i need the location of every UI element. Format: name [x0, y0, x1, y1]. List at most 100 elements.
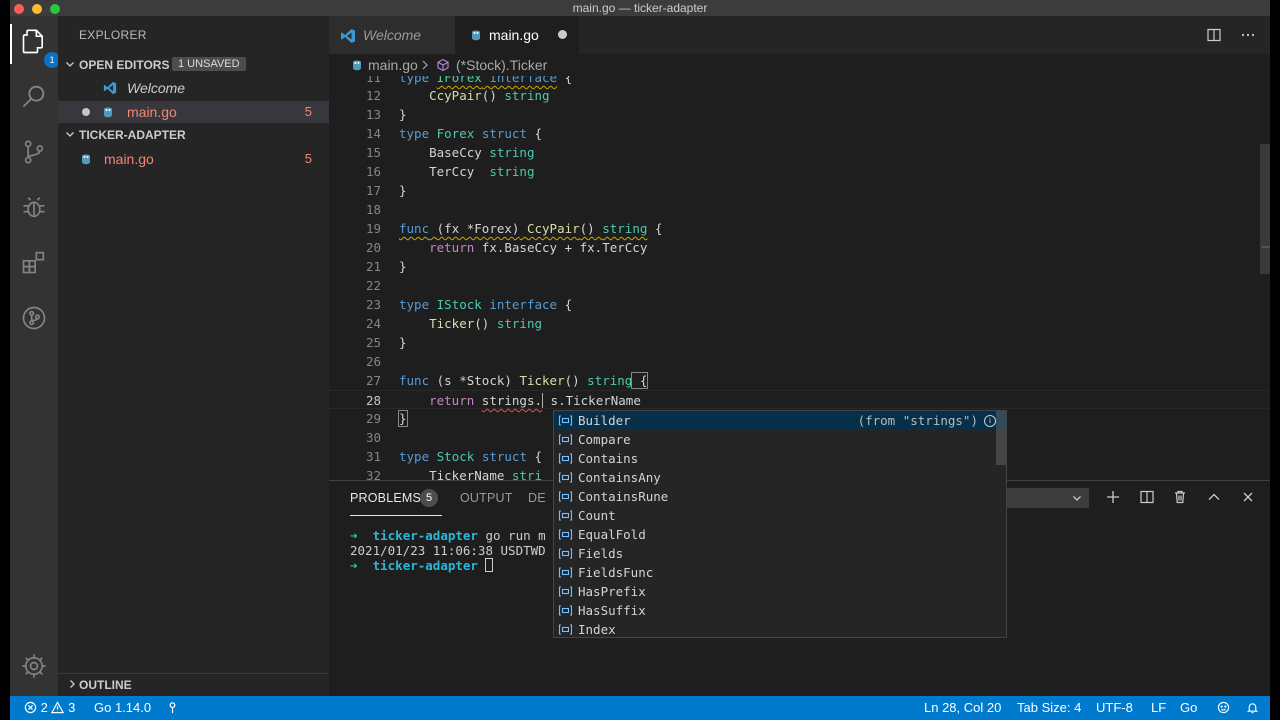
file-main-go[interactable]: main.go 5	[58, 148, 329, 170]
tab-output[interactable]: OUTPUT	[460, 491, 513, 505]
sidebar-title: EXPLORER	[79, 28, 147, 42]
code-line: 20 return fx.BaseCcy + fx.TerCcy	[365, 240, 648, 255]
editor-actions	[1200, 16, 1270, 54]
title-bar: main.go — ticker-adapter	[10, 0, 1270, 16]
debug-icon[interactable]	[20, 193, 48, 221]
info-icon[interactable]: i	[984, 415, 996, 427]
suggestion-label: FieldsFunc	[578, 565, 654, 580]
eol-status[interactable]: LF	[1151, 700, 1166, 715]
activity-bar: 1	[10, 16, 60, 696]
suggestion-label: EqualFold	[578, 527, 646, 542]
editor-scrollbar[interactable]	[1260, 144, 1270, 274]
tab-size-status[interactable]: Tab Size: 4	[1017, 700, 1081, 715]
close-panel-icon[interactable]	[1240, 489, 1256, 505]
variable-icon	[558, 529, 573, 540]
variable-icon	[558, 472, 573, 483]
feedback-status[interactable]	[1217, 700, 1230, 715]
settings-gear-icon[interactable]	[20, 652, 48, 680]
suggestion-label: ContainsAny	[578, 470, 661, 485]
source-control-icon[interactable]	[20, 138, 48, 166]
more-actions-icon[interactable]	[1240, 27, 1256, 43]
variable-icon	[558, 567, 573, 578]
suggestion-label: Compare	[578, 432, 631, 447]
open-editor-main-go[interactable]: main.go 5	[58, 101, 329, 123]
suggestion-item[interactable]: Compare	[554, 430, 1006, 449]
go-file-icon	[472, 30, 480, 41]
variable-icon	[558, 491, 573, 502]
suggestion-item[interactable]: HasPrefix	[554, 582, 1006, 601]
variable-icon	[558, 548, 573, 559]
code-line: 27 func (s *Stock) Ticker() string {	[365, 372, 649, 389]
pin-status[interactable]	[166, 700, 179, 715]
tab-label: Welcome	[363, 27, 422, 43]
scrollbar-marker	[1262, 246, 1270, 248]
error-count: 2	[40, 700, 48, 715]
go-file-icon	[104, 107, 112, 118]
pin-icon	[169, 702, 176, 714]
breadcrumb-symbol[interactable]: (*Stock).Ticker	[456, 57, 547, 73]
suggestion-item[interactable]: HasSuffix	[554, 601, 1006, 620]
open-editor-label: main.go	[127, 104, 177, 120]
variable-icon	[558, 624, 573, 635]
split-terminal-icon[interactable]	[1139, 489, 1155, 505]
active-tab-underline	[350, 515, 442, 516]
breadcrumb-file[interactable]: main.go	[368, 57, 418, 73]
suggestion-label: Contains	[578, 451, 639, 466]
extensions-icon[interactable]	[20, 248, 48, 276]
split-editor-icon[interactable]	[1206, 27, 1222, 43]
feedback-icon	[1217, 701, 1230, 714]
variable-icon	[558, 510, 573, 521]
trash-icon[interactable]	[1172, 489, 1188, 505]
git-graph-icon[interactable]	[20, 304, 48, 332]
go-version-status[interactable]: Go 1.14.0	[94, 700, 151, 715]
suggestion-item[interactable]: ContainsAny	[554, 468, 1006, 487]
tab-debug-console[interactable]: DE	[528, 491, 546, 505]
maximize-panel-icon[interactable]	[1206, 489, 1222, 505]
terminal-line: 2021/01/23 11:06:38 USDTWD	[350, 543, 546, 558]
tab-main-go[interactable]: main.go	[455, 16, 579, 54]
open-editors-section[interactable]: OPEN EDITORS 1 UNSAVED	[58, 54, 329, 76]
outline-section[interactable]: OUTLINE	[58, 673, 329, 695]
problems-status[interactable]: 2 3	[24, 700, 75, 715]
folder-section[interactable]: TICKER-ADAPTER	[58, 124, 329, 146]
suggestion-item[interactable]: FieldsFunc	[554, 563, 1006, 582]
notifications-status[interactable]	[1246, 700, 1259, 715]
warning-icon	[51, 701, 65, 714]
tab-problems[interactable]: PROBLEMS	[350, 491, 421, 505]
bell-icon	[1246, 703, 1259, 714]
terminal-line: ➜ ticker-adapter	[350, 558, 494, 573]
new-terminal-icon[interactable]	[1105, 489, 1121, 505]
encoding-status[interactable]: UTF-8	[1096, 700, 1133, 715]
chevron-right-icon	[70, 680, 75, 688]
open-editor-welcome[interactable]: Welcome	[58, 77, 329, 99]
unsaved-dot-icon[interactable]	[558, 30, 567, 39]
code-line: 25 }	[365, 335, 407, 350]
suggestion-item[interactable]: Contains	[554, 449, 1006, 468]
variable-icon	[558, 586, 573, 597]
code-line: 16 TerCcy string	[365, 164, 535, 179]
chevron-down-icon	[66, 132, 74, 137]
suggestion-item[interactable]: Count	[554, 506, 1006, 525]
chevron-down-icon	[66, 62, 74, 67]
suggest-scrollbar[interactable]	[996, 411, 1006, 465]
terminal-select[interactable]	[997, 488, 1089, 508]
problem-count: 5	[304, 104, 312, 119]
code-line: 21 }	[365, 259, 407, 274]
suggestion-item[interactable]: Builder (from "strings") i	[554, 411, 1006, 430]
suggestion-label: Index	[578, 622, 616, 637]
code-line: 22	[365, 278, 381, 293]
open-editor-label: Welcome	[127, 80, 186, 96]
suggestion-label: Count	[578, 508, 616, 523]
search-icon[interactable]	[20, 82, 48, 110]
tab-welcome[interactable]: Welcome	[329, 16, 455, 54]
suggestion-item[interactable]: EqualFold	[554, 525, 1006, 544]
explorer-icon[interactable]: 1	[20, 28, 60, 68]
cursor-position-status[interactable]: Ln 28, Col 20	[924, 700, 1001, 715]
suggestion-item[interactable]: Fields	[554, 544, 1006, 563]
problems-count-badge: 5	[420, 489, 438, 507]
suggestion-item[interactable]: ContainsRune	[554, 487, 1006, 506]
code-line: 12 CcyPair() string	[365, 88, 550, 103]
variable-icon	[558, 415, 573, 426]
suggestion-item[interactable]: Index	[554, 620, 1006, 639]
language-status[interactable]: Go	[1180, 700, 1197, 715]
